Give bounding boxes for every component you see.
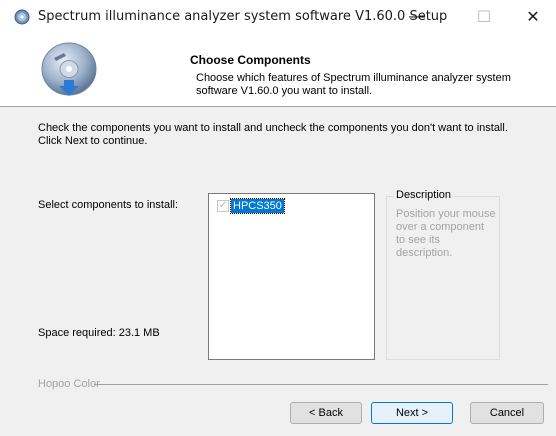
select-components-label: Select components to install: xyxy=(38,199,179,211)
instructions-text: Check the components you want to install… xyxy=(38,122,508,147)
close-icon: ✕ xyxy=(526,9,540,26)
component-label[interactable]: HPCS350 xyxy=(230,198,285,214)
description-title: Description xyxy=(394,189,454,201)
footer-divider xyxy=(94,384,548,385)
minimize-button[interactable]: — xyxy=(394,0,440,34)
component-item-hpcs350[interactable]: ✓ HPCS350 xyxy=(217,198,285,214)
installer-disc-download-icon xyxy=(41,42,97,96)
components-tree[interactable]: ✓ HPCS350 xyxy=(208,193,375,360)
checkmark-icon: ✓ xyxy=(218,200,228,211)
description-text: Position your mouse over a component to … xyxy=(396,208,496,259)
close-button[interactable]: ✕ xyxy=(510,0,556,34)
window-title: Spectrum illuminance analyzer system sof… xyxy=(38,9,448,24)
brand-label: Hopoo Color xyxy=(38,378,100,390)
cancel-button[interactable]: Cancel xyxy=(470,402,544,424)
next-button[interactable]: Next > xyxy=(371,402,453,424)
wizard-header: Choose Components Choose which features … xyxy=(0,34,556,107)
installer-disc-icon xyxy=(14,9,30,25)
title-bar[interactable]: Spectrum illuminance analyzer system sof… xyxy=(0,0,556,34)
component-checkbox[interactable]: ✓ xyxy=(217,200,229,212)
page-title: Choose Components xyxy=(190,53,311,67)
page-subtitle: Choose which features of Spectrum illumi… xyxy=(196,72,511,97)
back-button[interactable]: < Back xyxy=(290,402,362,424)
space-required-label: Space required: 23.1 MB xyxy=(38,327,160,339)
maximize-button[interactable]: ☐ xyxy=(461,0,507,34)
maximize-icon: ☐ xyxy=(476,9,492,26)
minimize-icon: — xyxy=(409,8,425,25)
setup-window: Spectrum illuminance analyzer system sof… xyxy=(0,0,556,436)
